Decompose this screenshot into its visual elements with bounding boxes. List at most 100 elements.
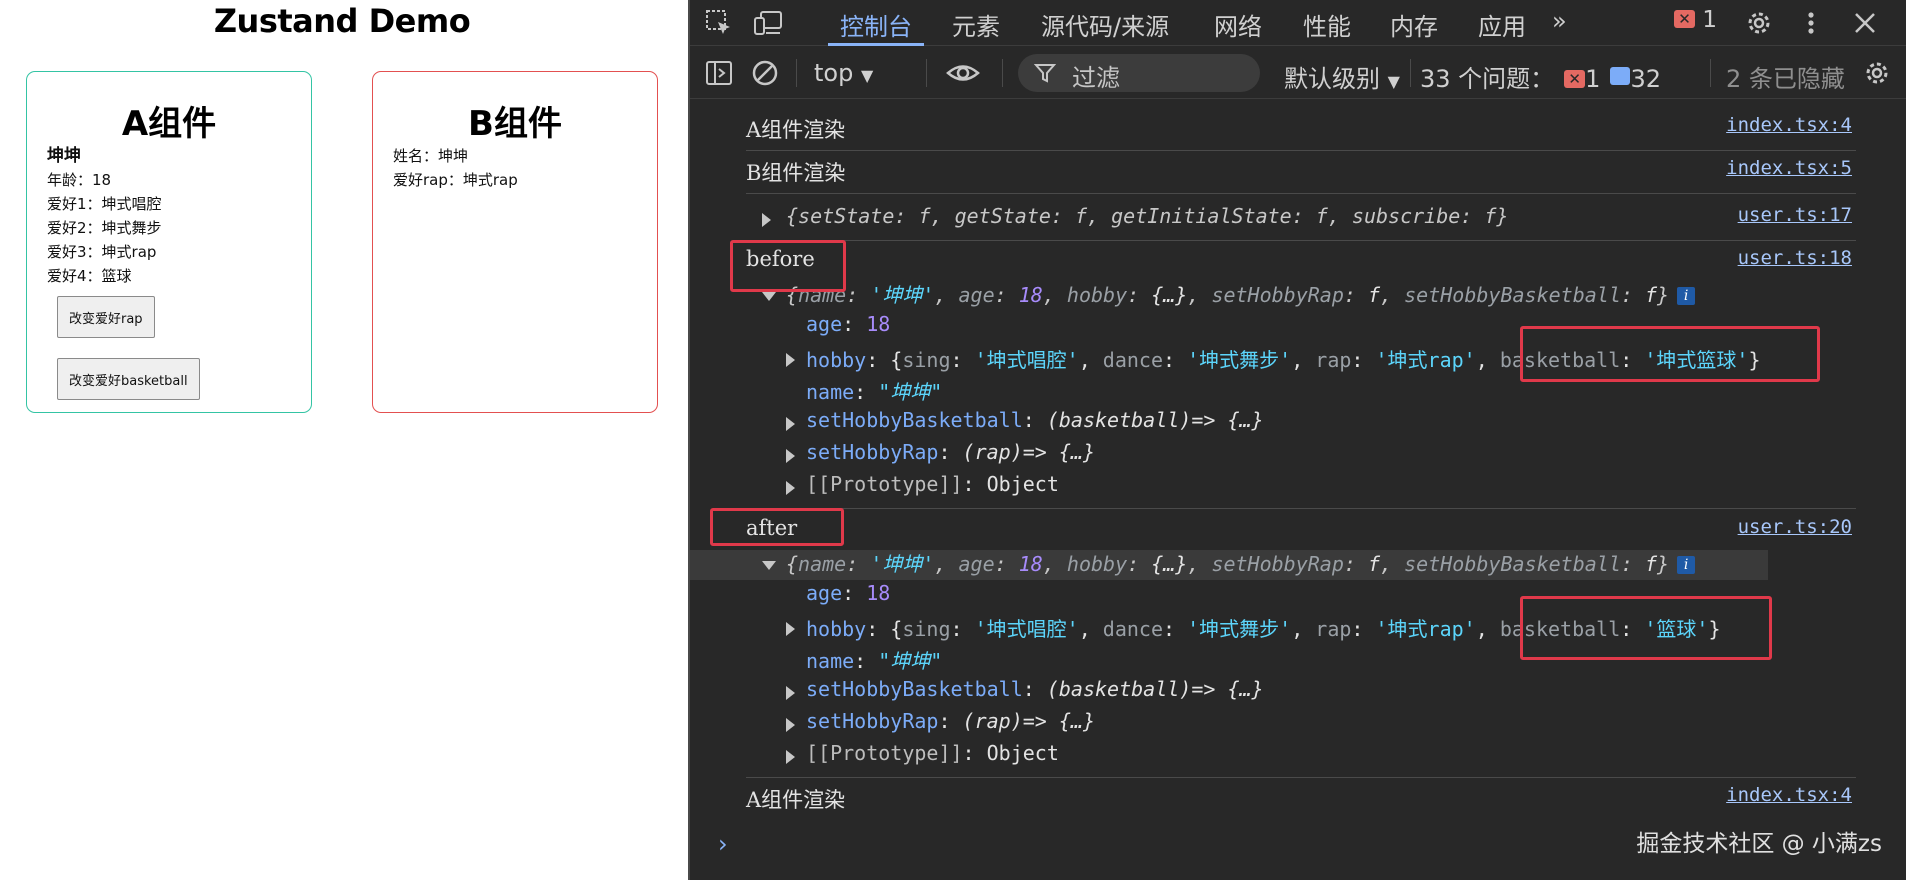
toolbar-divider xyxy=(926,59,927,87)
component-a-hobby1: 爱好1：坤式唱腔 xyxy=(47,195,162,213)
hidden-count: 2 条已隐藏 xyxy=(1726,65,1845,93)
live-expression-eye-icon[interactable] xyxy=(946,58,980,88)
console-settings-gear-icon[interactable] xyxy=(1862,58,1892,88)
collapse-triangle-icon[interactable] xyxy=(762,292,776,301)
preview-hobby: {…} xyxy=(1151,283,1188,307)
message-divider xyxy=(746,193,1856,194)
prototype-value: Object xyxy=(986,472,1059,496)
store-object-preview: {setState: f, getState: f, getInitialSta… xyxy=(786,204,1509,228)
device-toolbar-icon[interactable] xyxy=(752,8,782,38)
source-link[interactable]: user.ts:18 xyxy=(1738,247,1852,269)
component-a-hobby2: 爱好2：坤式舞步 xyxy=(47,219,162,237)
issues-button[interactable]: 33 个问题： ✕ 1 32 xyxy=(1420,59,1661,94)
log-text: B组件渲染 xyxy=(746,161,846,185)
app-title: Zustand Demo xyxy=(213,2,471,40)
preview-name: '坤坤' xyxy=(870,552,935,576)
log-levels-label: 默认级别 xyxy=(1284,65,1380,93)
console-prompt-icon[interactable]: › xyxy=(718,830,728,858)
expand-triangle-icon[interactable] xyxy=(762,213,771,227)
issue-error-icon: ✕ xyxy=(1564,70,1586,88)
error-count: 1 xyxy=(1702,7,1717,33)
prop-name-value: "坤坤" xyxy=(878,649,943,673)
source-link[interactable]: index.tsx:4 xyxy=(1726,114,1852,136)
hobby-rap: '坤式rap' xyxy=(1375,348,1476,372)
annotation-box-before xyxy=(730,240,846,292)
fn-preview: (rap)=> {…} xyxy=(962,440,1095,464)
component-b-card: B组件 姓名：坤坤 爱好rap：坤式rap xyxy=(372,71,658,413)
message-divider xyxy=(746,508,1856,509)
active-tab-indicator xyxy=(828,43,924,46)
source-link[interactable]: index.tsx:4 xyxy=(1726,784,1852,806)
filter-funnel-icon xyxy=(1033,62,1057,88)
expand-triangle-icon[interactable] xyxy=(786,481,795,495)
devtools-panel: 控制台 元素 源代码/来源 网络 性能 内存 应用 » ✕ 1 top ▼ 过滤… xyxy=(688,0,1906,880)
component-a-name: 坤坤 xyxy=(47,146,81,166)
tab-console[interactable]: 控制台 xyxy=(840,7,912,42)
component-b-rap: 爱好rap：坤式rap xyxy=(393,171,518,189)
levels-dropdown-icon: ▼ xyxy=(1387,72,1400,91)
tab-application[interactable]: 应用 xyxy=(1478,7,1526,42)
context-dropdown-icon: ▼ xyxy=(860,66,874,85)
preview-setHobbyBasketball: f xyxy=(1644,552,1658,576)
fn-preview: (rap)=> {…} xyxy=(962,709,1095,733)
component-b-title: B组件 xyxy=(468,104,562,144)
expand-triangle-icon[interactable] xyxy=(786,622,795,636)
context-selector[interactable]: top ▼ xyxy=(814,59,873,87)
source-link[interactable]: index.tsx:5 xyxy=(1726,157,1852,179)
message-divider xyxy=(746,240,1856,241)
expand-triangle-icon[interactable] xyxy=(786,750,795,764)
inspect-element-icon[interactable] xyxy=(704,8,734,38)
hobby-rap: '坤式rap' xyxy=(1375,617,1476,641)
source-link[interactable]: user.ts:17 xyxy=(1738,204,1852,226)
annotation-box-basketball-after xyxy=(1520,596,1772,660)
preview-setHobbyRap: f xyxy=(1367,552,1381,576)
tab-performance[interactable]: 性能 xyxy=(1303,7,1351,42)
preview-setHobbyBasketball: f xyxy=(1644,283,1658,307)
change-basketball-button[interactable]: 改变爱好basketball xyxy=(57,358,200,400)
change-rap-button[interactable]: 改变爱好rap xyxy=(57,296,155,338)
filter-placeholder: 过滤 xyxy=(1072,64,1120,92)
tab-network[interactable]: 网络 xyxy=(1214,7,1262,42)
expand-triangle-icon[interactable] xyxy=(786,686,795,700)
preview-hobby: {…} xyxy=(1151,552,1188,576)
expand-triangle-icon[interactable] xyxy=(786,353,795,367)
clear-console-icon[interactable] xyxy=(750,58,780,88)
error-count-badge[interactable]: ✕ 1 xyxy=(1674,7,1717,33)
log-levels-dropdown[interactable]: 默认级别 ▼ xyxy=(1284,59,1400,94)
issue-message-icon xyxy=(1610,67,1631,85)
sidebar-toggle-icon[interactable] xyxy=(704,58,734,88)
settings-gear-icon[interactable] xyxy=(1744,8,1774,38)
annotation-box-basketball-before xyxy=(1520,326,1820,382)
log-text: A组件渲染 xyxy=(746,118,846,142)
hobby-dance: '坤式舞步' xyxy=(1187,617,1292,641)
devtools-tabbar: 控制台 元素 源代码/来源 网络 性能 内存 应用 » ✕ 1 xyxy=(690,0,1906,46)
component-a-hobby4: 爱好4：篮球 xyxy=(47,267,132,285)
preview-age: 18 xyxy=(1018,283,1043,307)
info-icon[interactable]: i xyxy=(1677,287,1696,305)
log-text: A组件渲染 xyxy=(746,788,846,812)
source-link[interactable]: user.ts:20 xyxy=(1738,516,1852,538)
info-icon[interactable]: i xyxy=(1677,556,1696,574)
fn-preview: (basketball)=> {…} xyxy=(1046,408,1264,432)
filter-input[interactable]: 过滤 xyxy=(1018,54,1260,92)
tab-elements[interactable]: 元素 xyxy=(952,7,1000,42)
more-tabs-chevron-icon[interactable]: » xyxy=(1552,7,1567,35)
error-x-icon: ✕ xyxy=(1674,10,1695,28)
close-devtools-icon[interactable] xyxy=(1850,8,1880,38)
hobby-dance: '坤式舞步' xyxy=(1187,348,1292,372)
expand-triangle-icon[interactable] xyxy=(786,718,795,732)
tab-sources[interactable]: 源代码/来源 xyxy=(1041,7,1169,42)
context-label: top xyxy=(814,59,854,87)
component-b-name: 姓名：坤坤 xyxy=(393,147,469,165)
kebab-menu-icon[interactable] xyxy=(1796,8,1826,38)
component-a-card: A组件 坤坤 年龄：18 爱好1：坤式唱腔 爱好2：坤式舞步 爱好3：坤式rap… xyxy=(26,71,312,413)
component-a-age: 年龄：18 xyxy=(47,171,112,189)
expand-triangle-icon[interactable] xyxy=(786,449,795,463)
collapse-triangle-icon[interactable] xyxy=(762,561,776,570)
tab-memory[interactable]: 内存 xyxy=(1390,7,1438,42)
issue-error-count: 1 xyxy=(1585,65,1601,93)
component-a-hobby3: 爱好3：坤式rap xyxy=(47,243,157,261)
toolbar-divider xyxy=(1710,59,1711,87)
expand-triangle-icon[interactable] xyxy=(786,417,795,431)
issue-message-count: 32 xyxy=(1630,65,1661,93)
